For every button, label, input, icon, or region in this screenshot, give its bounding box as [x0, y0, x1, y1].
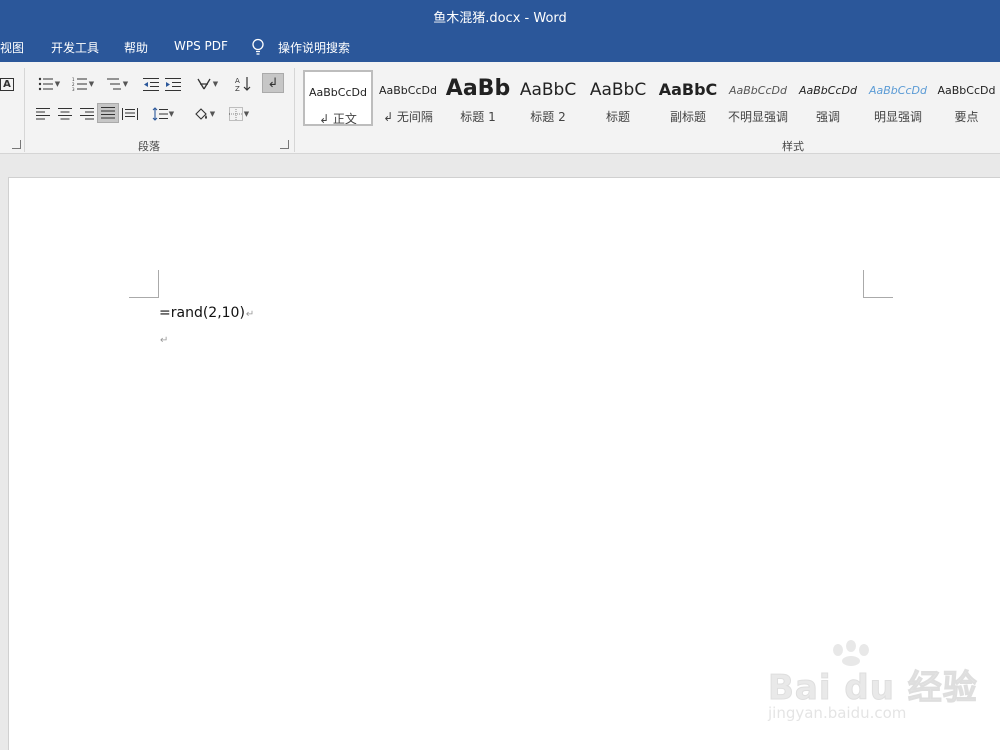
font-dialog-launcher-icon[interactable] — [12, 140, 21, 149]
crop-mark-left — [158, 270, 159, 298]
increase-indent-icon[interactable] — [162, 74, 184, 94]
align-center-icon[interactable] — [54, 104, 76, 124]
style-sample: AaBb — [445, 76, 511, 101]
group-separator — [294, 68, 295, 152]
style-sample: AaBbCcDd — [799, 84, 857, 97]
tab-developer[interactable]: 开发工具 — [51, 39, 99, 56]
lightbulb-icon — [252, 38, 264, 55]
style-strong[interactable]: AaBbCcDd 要点 — [933, 70, 1000, 126]
line-text: =rand(2,10) — [159, 305, 245, 321]
tab-wps-pdf[interactable]: WPS PDF — [174, 39, 228, 53]
style-intense-emphasis[interactable]: AaBbCcDd 明显强调 — [863, 70, 933, 126]
chinese-layout-icon[interactable]: ▼ — [192, 74, 222, 94]
style-emphasis[interactable]: AaBbCcDd 强调 — [793, 70, 863, 126]
svg-text:3: 3 — [72, 87, 75, 91]
tab-help[interactable]: 帮助 — [124, 39, 148, 56]
window-title: 鱼木混猪.docx - Word — [433, 11, 567, 26]
style-sample: AaBbC — [589, 80, 647, 100]
style-title[interactable]: AaBbC 标题 — [583, 70, 653, 126]
justify-icon[interactable] — [97, 103, 119, 123]
styles-gallery: AaBbCcDd ↲ 正文 AaBbCcDd ↲ 无间隔 AaBb 标题 1 A… — [300, 68, 1000, 130]
style-name: ↲ 无间隔 — [383, 110, 433, 124]
ribbon-tab-bar: 视图 开发工具 帮助 WPS PDF 操作说明搜索 — [0, 30, 1000, 62]
style-subtle-emphasis[interactable]: AaBbCcDd 不明显强调 — [723, 70, 793, 126]
title-bar: 鱼木混猪.docx - Word — [0, 0, 1000, 30]
style-name: 标题 1 — [460, 110, 496, 124]
paragraph-dialog-launcher-icon[interactable] — [280, 140, 289, 149]
line-spacing-icon[interactable]: ▼ — [148, 104, 178, 124]
style-sample: AaBbCcDd — [379, 84, 437, 97]
style-sample: AaBbCcDd — [869, 84, 927, 97]
style-normal[interactable]: AaBbCcDd ↲ 正文 — [303, 70, 373, 126]
show-hide-marks-icon[interactable]: ↲ — [262, 73, 284, 93]
ribbon: A ▼ 1 2 3 ▼ ▼ ▼ AZ ↲ ▼ ▼ ▼ 段落 AaBbCcDd ↲… — [0, 62, 1000, 154]
align-right-icon[interactable] — [76, 104, 98, 124]
decrease-indent-icon[interactable] — [140, 74, 162, 94]
style-heading-1[interactable]: AaBb 标题 1 — [443, 70, 513, 126]
document-line[interactable]: ↵ — [159, 331, 168, 347]
style-sample: AaBbC — [658, 80, 718, 99]
style-no-spacing[interactable]: AaBbCcDd ↲ 无间隔 — [373, 70, 443, 126]
multilevel-list-icon[interactable]: ▼ — [102, 74, 132, 94]
crop-mark-right — [863, 297, 893, 298]
baidu-jingyan-watermark: Bai du 经验 jingyan.baidu.com — [766, 640, 986, 730]
watermark-url: jingyan.baidu.com — [768, 704, 907, 722]
borders-icon[interactable]: ▼ — [224, 104, 254, 124]
tell-me-search[interactable]: 操作说明搜索 — [278, 39, 350, 56]
paragraph-mark: ↵ — [160, 335, 169, 346]
style-name: 要点 — [954, 110, 979, 124]
paragraph-group-label: 段落 — [138, 140, 160, 153]
document-line[interactable]: =rand(2,10)↵ — [159, 305, 254, 321]
styles-group-label: 样式 — [782, 140, 804, 153]
crop-mark-right — [863, 270, 864, 298]
style-name: 标题 — [605, 110, 630, 124]
tab-view[interactable]: 视图 — [0, 39, 24, 56]
numbering-icon[interactable]: 1 2 3 ▼ — [68, 74, 98, 94]
align-left-icon[interactable] — [32, 104, 54, 124]
style-heading-2[interactable]: AaBbC 标题 2 — [513, 70, 583, 126]
svg-text:A: A — [235, 77, 240, 85]
crop-mark-left — [129, 297, 159, 298]
shading-icon[interactable]: ▼ — [189, 104, 219, 124]
text-effects-icon[interactable]: A — [0, 74, 14, 94]
bullets-icon[interactable]: ▼ — [34, 74, 64, 94]
style-name: ↲ 正文 — [319, 112, 357, 126]
style-name: 标题 2 — [530, 110, 566, 124]
style-name: 副标题 — [669, 110, 706, 124]
style-name: 不明显强调 — [727, 110, 788, 124]
group-separator — [24, 68, 25, 152]
style-sample: AaBbC — [519, 80, 577, 100]
sort-icon[interactable]: AZ — [232, 74, 254, 94]
style-sample: AaBbCcDd — [729, 84, 787, 97]
watermark-brand: Bai du 经验 — [768, 668, 978, 709]
style-name: 明显强调 — [873, 110, 922, 124]
paragraph-mark: ↵ — [245, 309, 255, 320]
svg-text:Z: Z — [235, 85, 240, 92]
style-subtitle[interactable]: AaBbC 副标题 — [653, 70, 723, 126]
style-name: 强调 — [815, 110, 840, 124]
style-sample: AaBbCcDd — [937, 84, 996, 97]
style-sample: AaBbCcDd — [309, 86, 367, 99]
distributed-icon[interactable] — [119, 104, 141, 124]
